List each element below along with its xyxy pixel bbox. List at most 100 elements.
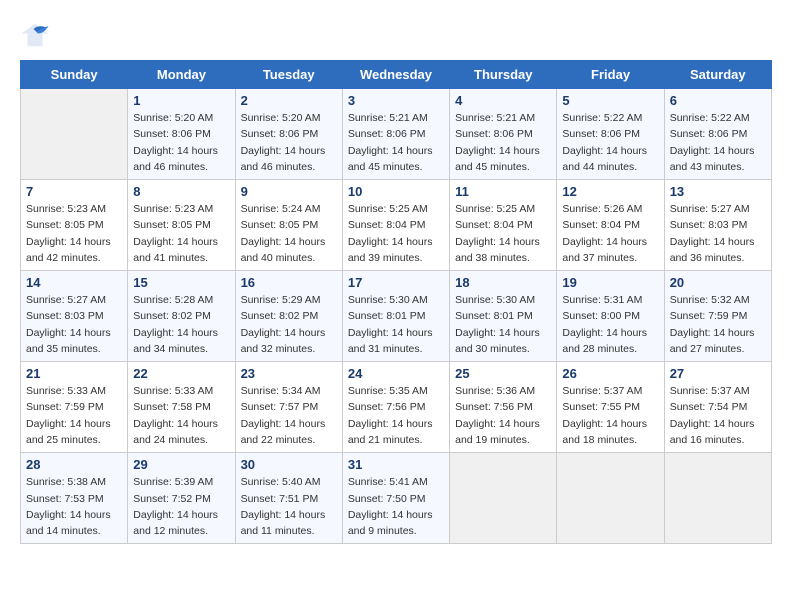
day-number: 28 — [26, 457, 122, 472]
day-number: 7 — [26, 184, 122, 199]
calendar-week-row: 7 Sunrise: 5:23 AMSunset: 8:05 PMDaylight… — [21, 180, 772, 271]
calendar-cell: 4 Sunrise: 5:21 AMSunset: 8:06 PMDaylight… — [450, 89, 557, 180]
day-number: 13 — [670, 184, 766, 199]
day-info: Sunrise: 5:40 AMSunset: 7:51 PMDaylight:… — [241, 474, 337, 539]
day-number: 10 — [348, 184, 444, 199]
day-number: 30 — [241, 457, 337, 472]
calendar-cell: 7 Sunrise: 5:23 AMSunset: 8:05 PMDaylight… — [21, 180, 128, 271]
day-info: Sunrise: 5:31 AMSunset: 8:00 PMDaylight:… — [562, 292, 658, 357]
day-number: 19 — [562, 275, 658, 290]
day-info: Sunrise: 5:23 AMSunset: 8:05 PMDaylight:… — [26, 201, 122, 266]
logo-bird-icon — [20, 20, 50, 50]
weekday-header-row: SundayMondayTuesdayWednesdayThursdayFrid… — [21, 61, 772, 89]
day-info: Sunrise: 5:22 AMSunset: 8:06 PMDaylight:… — [670, 110, 766, 175]
day-info: Sunrise: 5:22 AMSunset: 8:06 PMDaylight:… — [562, 110, 658, 175]
calendar-cell: 27 Sunrise: 5:37 AMSunset: 7:54 PMDayligh… — [664, 362, 771, 453]
day-info: Sunrise: 5:30 AMSunset: 8:01 PMDaylight:… — [348, 292, 444, 357]
day-number: 26 — [562, 366, 658, 381]
calendar-cell: 19 Sunrise: 5:31 AMSunset: 8:00 PMDayligh… — [557, 271, 664, 362]
weekday-header-tuesday: Tuesday — [235, 61, 342, 89]
day-info: Sunrise: 5:21 AMSunset: 8:06 PMDaylight:… — [348, 110, 444, 175]
day-number: 23 — [241, 366, 337, 381]
calendar-cell: 24Sunrise: 5:35 AMSunset: 7:56 PMDayligh… — [342, 362, 449, 453]
calendar-table: SundayMondayTuesdayWednesdayThursdayFrid… — [20, 60, 772, 544]
day-number: 4 — [455, 93, 551, 108]
day-info: Sunrise: 5:37 AMSunset: 7:54 PMDaylight:… — [670, 383, 766, 448]
calendar-cell: 29 Sunrise: 5:39 AMSunset: 7:52 PMDayligh… — [128, 453, 235, 544]
page-header — [20, 20, 772, 50]
calendar-cell: 21Sunrise: 5:33 AMSunset: 7:59 PMDayligh… — [21, 362, 128, 453]
day-info: Sunrise: 5:24 AMSunset: 8:05 PMDaylight:… — [241, 201, 337, 266]
day-info: Sunrise: 5:27 AMSunset: 8:03 PMDaylight:… — [26, 292, 122, 357]
weekday-header-sunday: Sunday — [21, 61, 128, 89]
calendar-cell: 5 Sunrise: 5:22 AMSunset: 8:06 PMDaylight… — [557, 89, 664, 180]
calendar-cell: 18 Sunrise: 5:30 AMSunset: 8:01 PMDayligh… — [450, 271, 557, 362]
day-info: Sunrise: 5:33 AMSunset: 7:58 PMDaylight:… — [133, 383, 229, 448]
calendar-cell: 8Sunrise: 5:23 AMSunset: 8:05 PMDaylight… — [128, 180, 235, 271]
calendar-cell: 17 Sunrise: 5:30 AMSunset: 8:01 PMDayligh… — [342, 271, 449, 362]
weekday-header-thursday: Thursday — [450, 61, 557, 89]
day-info: Sunrise: 5:29 AMSunset: 8:02 PMDaylight:… — [241, 292, 337, 357]
day-number: 6 — [670, 93, 766, 108]
day-info: Sunrise: 5:32 AMSunset: 7:59 PMDaylight:… — [670, 292, 766, 357]
calendar-cell: 10Sunrise: 5:25 AMSunset: 8:04 PMDayligh… — [342, 180, 449, 271]
weekday-header-saturday: Saturday — [664, 61, 771, 89]
calendar-cell — [450, 453, 557, 544]
calendar-cell: 9 Sunrise: 5:24 AMSunset: 8:05 PMDaylight… — [235, 180, 342, 271]
day-number: 16 — [241, 275, 337, 290]
calendar-cell: 1Sunrise: 5:20 AMSunset: 8:06 PMDaylight… — [128, 89, 235, 180]
day-number: 21 — [26, 366, 122, 381]
day-info: Sunrise: 5:28 AMSunset: 8:02 PMDaylight:… — [133, 292, 229, 357]
day-number: 27 — [670, 366, 766, 381]
day-info: Sunrise: 5:21 AMSunset: 8:06 PMDaylight:… — [455, 110, 551, 175]
day-number: 31 — [348, 457, 444, 472]
calendar-cell — [557, 453, 664, 544]
day-number: 11 — [455, 184, 551, 199]
day-number: 12 — [562, 184, 658, 199]
day-number: 2 — [241, 93, 337, 108]
day-info: Sunrise: 5:36 AMSunset: 7:56 PMDaylight:… — [455, 383, 551, 448]
calendar-cell: 20 Sunrise: 5:32 AMSunset: 7:59 PMDayligh… — [664, 271, 771, 362]
calendar-cell: 12 Sunrise: 5:26 AMSunset: 8:04 PMDayligh… — [557, 180, 664, 271]
calendar-week-row: 1Sunrise: 5:20 AMSunset: 8:06 PMDaylight… — [21, 89, 772, 180]
day-number: 14 — [26, 275, 122, 290]
day-info: Sunrise: 5:30 AMSunset: 8:01 PMDaylight:… — [455, 292, 551, 357]
day-number: 25 — [455, 366, 551, 381]
day-info: Sunrise: 5:27 AMSunset: 8:03 PMDaylight:… — [670, 201, 766, 266]
calendar-week-row: 21Sunrise: 5:33 AMSunset: 7:59 PMDayligh… — [21, 362, 772, 453]
calendar-cell: 23Sunrise: 5:34 AMSunset: 7:57 PMDayligh… — [235, 362, 342, 453]
day-number: 20 — [670, 275, 766, 290]
calendar-cell: 31 Sunrise: 5:41 AMSunset: 7:50 PMDayligh… — [342, 453, 449, 544]
calendar-cell — [664, 453, 771, 544]
day-number: 17 — [348, 275, 444, 290]
day-info: Sunrise: 5:23 AMSunset: 8:05 PMDaylight:… — [133, 201, 229, 266]
calendar-cell: 28 Sunrise: 5:38 AMSunset: 7:53 PMDayligh… — [21, 453, 128, 544]
calendar-week-row: 28 Sunrise: 5:38 AMSunset: 7:53 PMDayligh… — [21, 453, 772, 544]
day-info: Sunrise: 5:41 AMSunset: 7:50 PMDaylight:… — [348, 474, 444, 539]
calendar-cell: 30 Sunrise: 5:40 AMSunset: 7:51 PMDayligh… — [235, 453, 342, 544]
calendar-cell: 15 Sunrise: 5:28 AMSunset: 8:02 PMDayligh… — [128, 271, 235, 362]
day-number: 3 — [348, 93, 444, 108]
calendar-cell: 3 Sunrise: 5:21 AMSunset: 8:06 PMDaylight… — [342, 89, 449, 180]
calendar-cell: 13 Sunrise: 5:27 AMSunset: 8:03 PMDayligh… — [664, 180, 771, 271]
day-number: 18 — [455, 275, 551, 290]
calendar-cell: 11Sunrise: 5:25 AMSunset: 8:04 PMDayligh… — [450, 180, 557, 271]
calendar-cell: 2Sunrise: 5:20 AMSunset: 8:06 PMDaylight… — [235, 89, 342, 180]
day-number: 22 — [133, 366, 229, 381]
logo — [20, 20, 54, 50]
day-info: Sunrise: 5:39 AMSunset: 7:52 PMDaylight:… — [133, 474, 229, 539]
calendar-cell: 14 Sunrise: 5:27 AMSunset: 8:03 PMDayligh… — [21, 271, 128, 362]
day-number: 5 — [562, 93, 658, 108]
day-number: 15 — [133, 275, 229, 290]
weekday-header-monday: Monday — [128, 61, 235, 89]
day-number: 29 — [133, 457, 229, 472]
weekday-header-wednesday: Wednesday — [342, 61, 449, 89]
calendar-week-row: 14 Sunrise: 5:27 AMSunset: 8:03 PMDayligh… — [21, 271, 772, 362]
calendar-cell: 6 Sunrise: 5:22 AMSunset: 8:06 PMDaylight… — [664, 89, 771, 180]
weekday-header-friday: Friday — [557, 61, 664, 89]
day-info: Sunrise: 5:26 AMSunset: 8:04 PMDaylight:… — [562, 201, 658, 266]
day-number: 9 — [241, 184, 337, 199]
day-info: Sunrise: 5:38 AMSunset: 7:53 PMDaylight:… — [26, 474, 122, 539]
day-info: Sunrise: 5:20 AMSunset: 8:06 PMDaylight:… — [133, 110, 229, 175]
calendar-cell — [21, 89, 128, 180]
